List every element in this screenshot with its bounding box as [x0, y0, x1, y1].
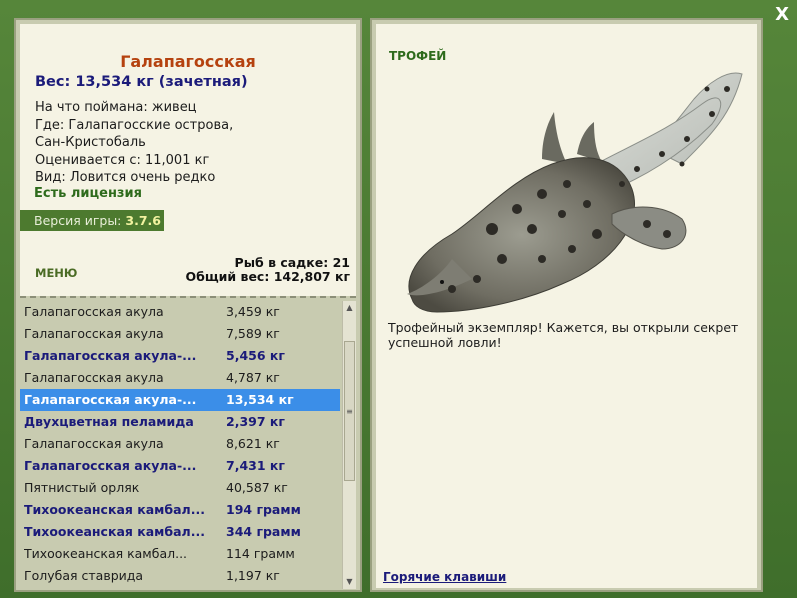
- catch-list-row[interactable]: Галапагосская акула 3,459 кг: [20, 301, 340, 323]
- menu-button[interactable]: МЕНЮ: [35, 266, 77, 280]
- catch-fish-weight: 344 грамм: [226, 524, 301, 539]
- fish-info: На что поймана: живец Где: Галапагосские…: [35, 99, 233, 187]
- catch-fish-weight: 5,456 кг: [226, 348, 285, 363]
- catch-fish-weight: 13,534 кг: [226, 392, 294, 407]
- catch-list-row[interactable]: Галапагосская акула 7,589 кг: [20, 323, 340, 345]
- catch-fish-weight: 114 грамм: [226, 546, 295, 561]
- catch-fish-name: Тихоокеанская камбал...: [24, 502, 205, 517]
- divider: [20, 296, 356, 298]
- catch-list-row[interactable]: Галапагосская акула 4,787 кг: [20, 367, 340, 389]
- catch-list-row[interactable]: Галапагосская акула-... 13,534 кг: [20, 389, 340, 411]
- catch-fish-name: Тихоокеанская камбал...: [24, 546, 188, 561]
- catch-fish-name: Галапагосская акула-...: [24, 392, 197, 407]
- scroll-grip-icon: ≡: [346, 407, 353, 416]
- catch-fish-weight: 8,621 кг: [226, 436, 280, 451]
- caught-with: На что поймана: живец: [35, 100, 197, 115]
- fish-value: Оценивается с: 11,001 кг: [35, 152, 210, 168]
- total-weight: Общий вес: 142,807 кг: [185, 269, 351, 284]
- license-status: Есть лицензия: [34, 186, 142, 201]
- fish-title: Галапагосская: [120, 52, 256, 71]
- catch-list-row[interactable]: Галапагосская акула-... 5,456 кг: [20, 345, 340, 367]
- catch-list-row[interactable]: Тихоокеанская камбал... 344 грамм: [20, 521, 340, 543]
- version-label: Версия игры:: [34, 213, 122, 228]
- fish-count: Рыб в садке: 21: [234, 255, 350, 270]
- catch-list-row[interactable]: Пятнистый орляк 40,587 кг: [20, 477, 340, 499]
- hotkeys-link[interactable]: Горячие клавиши: [383, 570, 506, 584]
- catch-fish-weight: 7,431 кг: [226, 458, 285, 473]
- version-value: 3.7.6: [125, 213, 161, 228]
- catch-fish-weight: 7,589 кг: [226, 326, 280, 341]
- location-line-1: Где: Галапагосские острова,: [35, 117, 234, 133]
- catch-fish-name: Пятнистый орляк: [24, 480, 140, 495]
- shark-image: [407, 72, 743, 313]
- fish-kind: Вид: Ловится очень редко: [35, 170, 216, 185]
- catch-fish-name: Галапагосская акула-...: [24, 348, 197, 363]
- version-badge: Версия игры: 3.7.6: [20, 210, 164, 231]
- catch-list-row[interactable]: Двухцветная пеламида 2,397 кг: [20, 411, 340, 433]
- scroll-down-icon[interactable]: ▼: [343, 575, 356, 589]
- catch-list-row[interactable]: Тихоокеанская камбал... 114 грамм: [20, 543, 340, 565]
- location-line-2: Сан-Кристобаль: [35, 135, 146, 150]
- catch-fish-name: Галапагосская акула: [24, 326, 164, 341]
- catch-fish-weight: 40,587 кг: [226, 480, 288, 495]
- trophy-panel: ТРОФЕЙ Трофейный экземпляр! Кажется, вы …: [370, 18, 763, 592]
- catch-fish-weight: 1,197 кг: [226, 568, 280, 583]
- fish-details: Галапагосская Вес: 13,534 кг (зачетная) …: [20, 24, 356, 296]
- catch-fish-weight: 3,459 кг: [226, 304, 280, 319]
- catch-list[interactable]: Галапагосская акула 3,459 кг Галапагосская…: [20, 301, 340, 589]
- catch-list-row[interactable]: Тихоокеанская камбал... 194 грамм: [20, 499, 340, 521]
- catch-fish-weight: 2,397 кг: [226, 414, 285, 429]
- catch-fish-weight: 4,787 кг: [226, 370, 280, 385]
- catch-fish-name: Галапагосская акула: [24, 436, 164, 451]
- trophy-content: ТРОФЕЙ Трофейный экземпляр! Кажется, вы …: [376, 24, 757, 588]
- catch-fish-name: Голубая ставрида: [24, 568, 144, 583]
- catch-list-row[interactable]: Галапагосская акула-... 7,431 кг: [20, 455, 340, 477]
- catch-fish-name: Галапагосская акула: [24, 304, 164, 319]
- catch-fish-name: Двухцветная пеламида: [24, 414, 194, 429]
- fish-info-panel: Галапагосская Вес: 13,534 кг (зачетная) …: [14, 18, 362, 592]
- close-button[interactable]: X: [775, 4, 789, 25]
- catch-fish-weight: 194 грамм: [226, 502, 301, 517]
- catch-list-row[interactable]: Галапагосская акула 8,621 кг: [20, 433, 340, 455]
- trophy-text: Трофейный экземпляр! Кажется, вы открыли…: [388, 320, 739, 350]
- scroll-up-icon[interactable]: ▲: [343, 301, 356, 315]
- list-scrollbar[interactable]: ▲ ≡ ▼: [342, 301, 356, 589]
- fish-weight: Вес: 13,534 кг (зачетная): [35, 74, 248, 90]
- catch-fish-name: Галапагосская акула-...: [24, 458, 197, 473]
- catch-list-row[interactable]: Голубая ставрида 1,197 кг: [20, 565, 340, 587]
- catch-fish-name: Тихоокеанская камбал...: [24, 524, 205, 539]
- catch-fish-name: Галапагосская акула: [24, 370, 164, 385]
- catch-stats: Рыб в садке: 21 Общий вес: 142,807 кг: [186, 256, 351, 284]
